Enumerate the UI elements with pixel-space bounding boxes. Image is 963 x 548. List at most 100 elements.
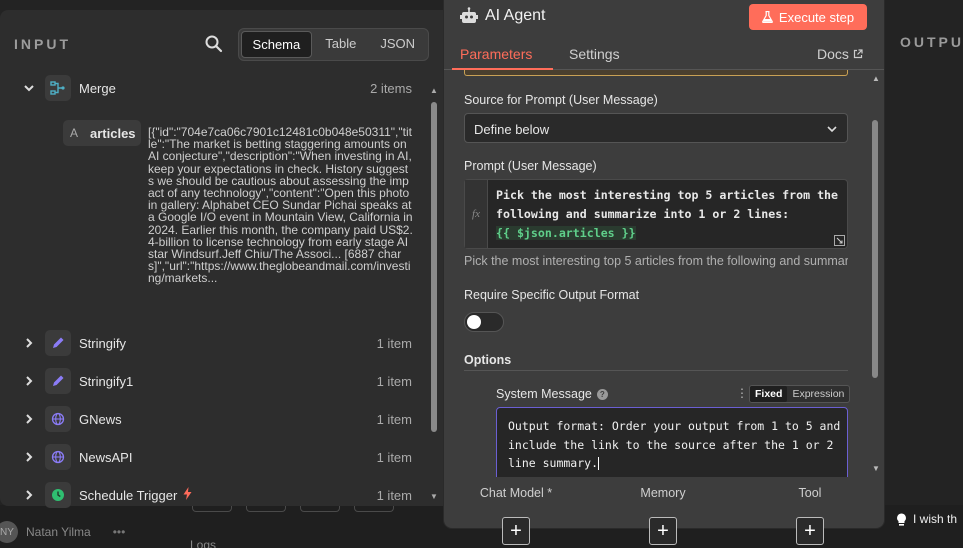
globe-icon	[45, 406, 71, 432]
prompt-label: Prompt (User Message)	[464, 159, 597, 173]
chevron-right-icon[interactable]	[22, 450, 36, 464]
add-memory-button[interactable]: +	[649, 517, 677, 545]
tree-node-newsapi[interactable]: NewsAPI 1 item	[0, 441, 425, 473]
chevron-right-icon[interactable]	[22, 488, 36, 502]
tab-settings[interactable]: Settings	[569, 46, 620, 62]
tree-node-stringify1[interactable]: Stringify1 1 item	[0, 365, 425, 397]
logs-tab[interactable]: Logs	[190, 538, 216, 548]
prompt-preview: Pick the most interesting top 5 articles…	[464, 254, 848, 268]
prompt-editor[interactable]: fx Pick the most interesting top 5 artic…	[464, 179, 848, 249]
fx-icon: fx	[465, 180, 488, 248]
system-message-label-row: System Message ?	[496, 387, 608, 401]
scroll-up-icon[interactable]: ▲	[872, 74, 880, 83]
tree-node-gnews[interactable]: GNews 1 item	[0, 403, 425, 435]
prompt-expression: {{ $json.articles }}	[496, 226, 636, 240]
require-format-toggle[interactable]	[464, 312, 504, 332]
node-item-count: 1 item	[376, 335, 412, 351]
user-menu[interactable]: NY Natan Yilma •••	[0, 515, 125, 548]
docs-label: Docs	[817, 46, 849, 62]
node-item-count: 1 item	[376, 449, 412, 465]
clock-icon	[45, 482, 71, 508]
string-type-icon: A	[70, 126, 79, 140]
memory-label: Memory	[640, 486, 686, 500]
flask-icon	[762, 11, 773, 23]
ai-agent-panel: AI Agent Execute step Parameters Setting…	[444, 0, 884, 545]
node-item-count: 1 item	[376, 373, 412, 389]
docs-link[interactable]: Docs	[817, 46, 863, 62]
require-format-label: Require Specific Output Format	[464, 288, 640, 302]
lightbulb-icon	[897, 513, 906, 526]
view-mode-switch: Schema Table JSON	[237, 27, 429, 61]
agent-header: AI Agent Execute step	[444, 0, 884, 34]
chevron-right-icon[interactable]	[22, 412, 36, 426]
tool-label: Tool	[798, 486, 822, 500]
system-message-input[interactable]: Output format: Order your output from 1 …	[496, 407, 848, 477]
input-panel-title: INPUT	[14, 36, 71, 52]
notice-box	[464, 70, 848, 76]
scroll-down-icon[interactable]: ▼	[430, 492, 438, 501]
system-message-text[interactable]: Output format: Order your output from 1 …	[508, 417, 843, 473]
system-message-label: System Message	[496, 387, 592, 401]
options-menu-icon[interactable]: ⋮	[736, 386, 748, 400]
prompt-text[interactable]: Pick the most interesting top 5 articles…	[496, 186, 844, 243]
tab-parameters[interactable]: Parameters	[460, 46, 532, 62]
parameters-form: Source for Prompt (User Message) Define …	[444, 70, 872, 477]
merge-icon	[45, 75, 71, 101]
view-mode-table[interactable]: Table	[314, 31, 367, 58]
fixed-expression-switch: Fixed Expression	[749, 385, 851, 403]
node-name: NewsAPI	[79, 449, 133, 465]
robot-icon	[460, 7, 478, 23]
scroll-down-icon[interactable]: ▼	[872, 464, 880, 473]
wish-hint: I wish th	[896, 512, 957, 526]
input-panel: INPUT Schema Table JSON Merge 2 items A …	[0, 10, 443, 508]
add-tool-button[interactable]: +	[796, 517, 824, 545]
agent-scrollbar[interactable]	[872, 120, 878, 378]
execute-step-button[interactable]: Execute step	[749, 4, 867, 30]
more-icon[interactable]: •••	[113, 525, 126, 539]
scroll-up-icon[interactable]: ▲	[430, 86, 438, 95]
mode-expression[interactable]: Expression	[787, 386, 849, 402]
wish-text: I wish th	[913, 512, 958, 526]
node-name: Stringify1	[79, 373, 134, 389]
input-header: INPUT Schema Table JSON	[14, 27, 429, 61]
view-mode-json[interactable]: JSON	[369, 31, 426, 58]
system-message-value: Output format: Order your output from 1 …	[508, 419, 841, 470]
execute-step-label: Execute step	[778, 9, 855, 25]
divider	[464, 370, 848, 371]
node-name: GNews	[79, 411, 122, 427]
input-scrollbar[interactable]	[431, 102, 437, 432]
chevron-right-icon[interactable]	[22, 374, 36, 388]
agent-title: AI Agent	[485, 7, 546, 24]
toggle-knob	[467, 315, 481, 329]
field-chip-articles[interactable]: A articles	[63, 120, 141, 146]
pencil-icon	[45, 368, 71, 394]
globe-icon	[45, 444, 71, 470]
chevron-down-icon[interactable]	[22, 81, 36, 95]
view-mode-schema[interactable]: Schema	[240, 30, 313, 58]
field-name: articles	[90, 125, 136, 141]
add-chat-model-button[interactable]: +	[502, 517, 530, 545]
chat-model-label: Chat Model *	[479, 486, 553, 500]
source-prompt-select[interactable]: Define below	[464, 113, 848, 143]
node-name: Schedule Trigger	[79, 487, 178, 503]
node-item-count: 1 item	[376, 411, 412, 427]
chevron-right-icon[interactable]	[22, 336, 36, 350]
select-value: Define below	[474, 122, 550, 137]
sub-node-connectors: Chat Model * Memory Tool + + +	[444, 480, 884, 545]
tree-node-merge[interactable]: Merge 2 items	[0, 72, 425, 104]
agent-tabs: Parameters Settings Docs	[444, 38, 884, 70]
prompt-static-text: Pick the most interesting top 5 articles…	[496, 188, 839, 221]
avatar: NY	[0, 521, 18, 543]
source-prompt-label: Source for Prompt (User Message)	[464, 93, 658, 107]
field-value: [{"id":"704e7ca06c7901c12481c0b048e50311…	[148, 125, 413, 286]
expand-editor-icon[interactable]	[834, 235, 845, 246]
tree-node-stringify[interactable]: Stringify 1 item	[0, 327, 425, 359]
node-name: Merge	[79, 80, 116, 96]
tree-node-schedule-trigger[interactable]: Schedule Trigger 1 item	[0, 479, 425, 511]
pencil-icon	[45, 330, 71, 356]
node-item-count: 1 item	[376, 487, 412, 503]
options-heading: Options	[464, 353, 512, 367]
search-icon[interactable]	[204, 34, 224, 54]
help-icon[interactable]: ?	[596, 388, 608, 400]
mode-fixed[interactable]: Fixed	[750, 386, 788, 402]
